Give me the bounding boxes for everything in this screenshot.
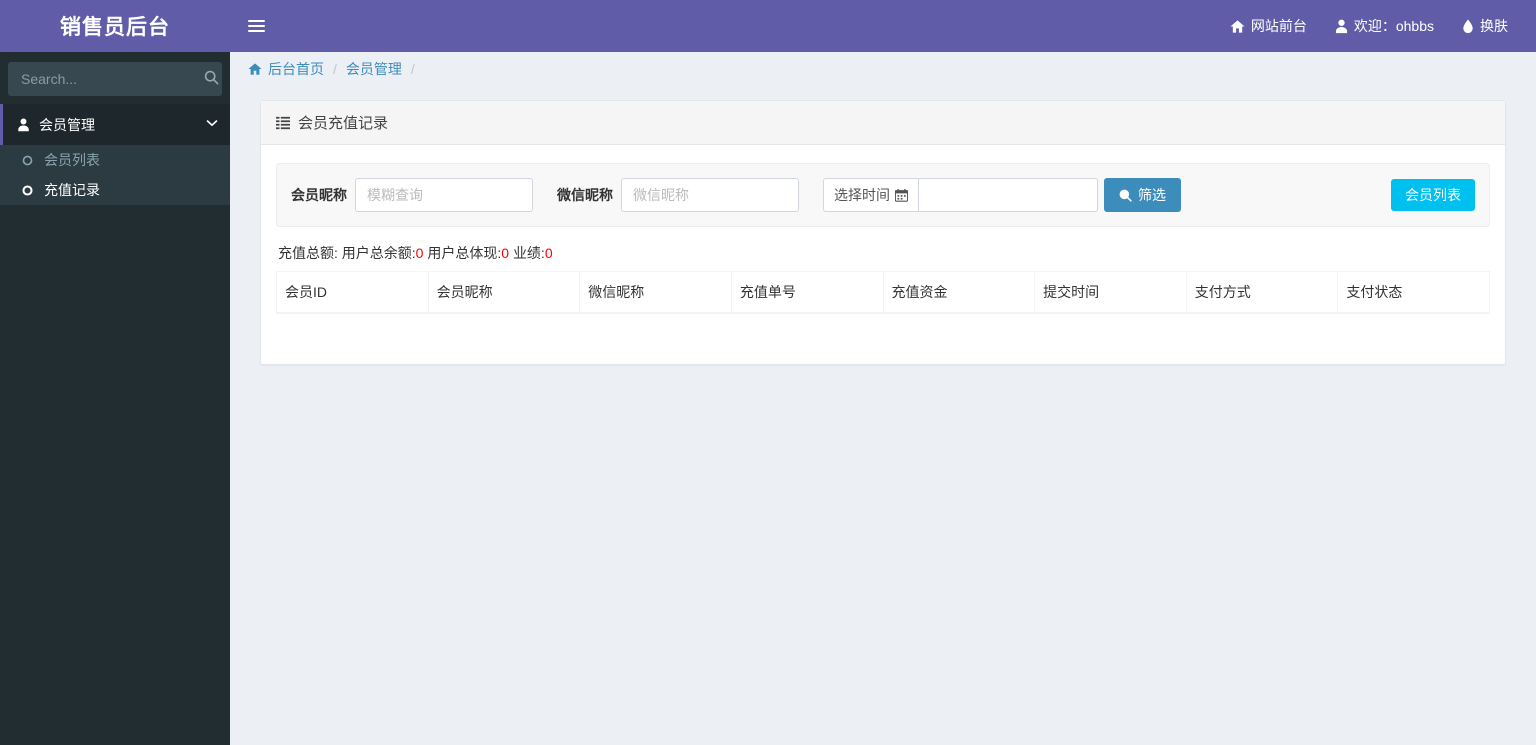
hamburger-icon xyxy=(247,17,265,35)
sidebar-search-box[interactable] xyxy=(8,62,222,96)
member-nickname-label: 会员昵称 xyxy=(291,187,347,203)
filter-submit-label: 筛选 xyxy=(1138,187,1166,203)
nav-item-change-skin-label: 换肤 xyxy=(1480,18,1508,34)
stats-value-performance: 0 xyxy=(544,245,553,261)
column-header-member-id: 会员ID xyxy=(276,271,429,314)
stats-label-withdraw: 用户总体现: xyxy=(427,245,502,261)
member-list-button-label: 会员列表 xyxy=(1405,187,1461,203)
sidebar-item-recharge-records[interactable]: 充值记录 xyxy=(0,175,230,205)
stats-value-balance: 0 xyxy=(415,245,424,261)
top-navbar: 销售员后台 网站前台 欢迎：ohbbs 换肤 xyxy=(0,0,1536,52)
list-icon xyxy=(276,116,290,130)
breadcrumb-item-dashboard[interactable]: 后台首页 xyxy=(268,59,324,79)
time-select-group: 选择时间 xyxy=(823,178,1098,212)
brand-title: 销售员后台 xyxy=(0,0,230,52)
circle-o-icon xyxy=(22,155,44,166)
table-empty-area xyxy=(276,314,1490,342)
wechat-nickname-label: 微信昵称 xyxy=(557,187,613,203)
column-header-member-nickname: 会员昵称 xyxy=(427,271,581,314)
sidebar-menu: 会员管理 会员列表 充值记录 xyxy=(0,104,230,205)
stats-label-balance: 用户总余额: xyxy=(341,245,416,261)
sidebar-item-member-list-label: 会员列表 xyxy=(44,152,100,168)
user-icon xyxy=(1335,19,1348,34)
time-select-label: 选择时间 xyxy=(834,187,890,203)
calendar-icon xyxy=(895,188,908,202)
navbar-right-menu: 网站前台 欢迎：ohbbs 换肤 xyxy=(1216,0,1522,52)
user-icon xyxy=(17,118,39,132)
breadcrumb-item-member-management[interactable]: 会员管理 xyxy=(346,59,402,79)
breadcrumb-separator: / xyxy=(333,60,337,77)
sidebar-item-member-management-label: 会员管理 xyxy=(39,116,95,133)
time-select-input[interactable] xyxy=(918,178,1098,212)
panel-body: 会员昵称 微信昵称 选择时间 xyxy=(261,145,1505,364)
wechat-nickname-input[interactable] xyxy=(621,178,799,212)
table-head: 会员ID 会员昵称 微信昵称 充值单号 充值资金 提交时间 支付方式 支付状态 xyxy=(276,271,1490,314)
content-wrapper: 后台首页 / 会员管理 / 会员充值记录 会员昵称 模糊查询 微信昵称 微信昵称… xyxy=(230,52,1536,745)
nav-item-welcome-label: 欢迎：ohbbs xyxy=(1353,18,1434,34)
navbar-content: 网站前台 欢迎：ohbbs 换肤 xyxy=(230,0,1536,52)
sidebar-submenu: 会员列表 充值记录 xyxy=(0,145,230,205)
column-header-payment-method: 支付方式 xyxy=(1185,271,1339,314)
table-header-row: 会员ID 会员昵称 微信昵称 充值单号 充值资金 提交时间 支付方式 支付状态 xyxy=(276,271,1490,314)
nav-item-change-skin[interactable]: 换肤 xyxy=(1448,0,1522,52)
panel-header: 会员充值记录 xyxy=(261,101,1505,145)
nav-item-welcome-user[interactable]: 欢迎：ohbbs xyxy=(1321,0,1448,52)
column-header-recharge-order-no: 充值单号 xyxy=(730,271,884,314)
breadcrumb-separator-trailing: / xyxy=(410,60,415,77)
search-icon xyxy=(1119,189,1132,202)
filter-bar: 会员昵称 微信昵称 选择时间 xyxy=(276,163,1490,227)
nav-item-site-front-label: 网站前台 xyxy=(1250,18,1307,34)
sidebar-menu-group-member: 会员管理 会员列表 充值记录 xyxy=(0,104,230,205)
search-submit-button[interactable] xyxy=(204,70,219,88)
sidebar-item-member-management[interactable]: 会员管理 xyxy=(0,104,230,145)
recharge-records-table: 会员ID 会员昵称 微信昵称 充值单号 充值资金 提交时间 支付方式 支付状态 xyxy=(276,271,1490,314)
sidebar-toggle-button[interactable] xyxy=(230,0,282,52)
stats-value-withdraw: 0 xyxy=(501,245,510,261)
sidebar: 会员管理 会员列表 xyxy=(0,52,230,745)
nav-item-site-front[interactable]: 网站前台 xyxy=(1216,0,1321,52)
sidebar-item-member-list[interactable]: 会员列表 xyxy=(0,145,230,175)
home-icon xyxy=(1230,19,1245,34)
column-header-wechat-nickname: 微信昵称 xyxy=(579,271,732,314)
breadcrumb: 后台首页 / 会员管理 / xyxy=(230,52,1536,85)
column-header-payment-status: 支付状态 xyxy=(1337,271,1490,314)
content-area: 会员充值记录 会员昵称 微信昵称 xyxy=(230,85,1536,365)
sidebar-item-recharge-records-label: 充值记录 xyxy=(44,182,100,198)
search-icon xyxy=(204,70,219,88)
filter-group-member-nickname: 会员昵称 xyxy=(291,178,533,212)
filter-group-time-select: 选择时间 筛选 xyxy=(823,178,1181,212)
filter-group-wechat-nickname: 微信昵称 xyxy=(557,178,799,212)
circle-o-icon xyxy=(22,184,44,196)
chevron-down-icon xyxy=(206,119,218,130)
app-root: 销售员后台 网站前台 欢迎：ohbbs 换肤 Search... 会员管理 会员… xyxy=(0,0,1536,745)
filter-submit-button[interactable]: 筛选 xyxy=(1104,178,1181,212)
member-nickname-input[interactable] xyxy=(355,178,533,212)
time-select-addon[interactable]: 选择时间 xyxy=(823,178,918,212)
panel-title: 会员充值记录 xyxy=(298,115,389,132)
stats-prefix: 充值总额: xyxy=(278,245,338,261)
stats-summary: 充值总额: 用户总余额:0 用户总体现:0 业绩:0 xyxy=(278,243,1490,263)
column-header-submit-time: 提交时间 xyxy=(1034,271,1187,314)
column-header-recharge-amount: 充值资金 xyxy=(882,271,1036,314)
search-input[interactable] xyxy=(19,70,204,88)
member-list-button[interactable]: 会员列表 xyxy=(1391,179,1475,211)
tint-icon xyxy=(1462,18,1474,34)
stats-label-performance: 业绩: xyxy=(512,245,545,261)
recharge-records-panel: 会员充值记录 会员昵称 微信昵称 xyxy=(260,100,1506,365)
sidebar-search-wrapper xyxy=(0,52,230,104)
home-icon xyxy=(248,62,262,76)
